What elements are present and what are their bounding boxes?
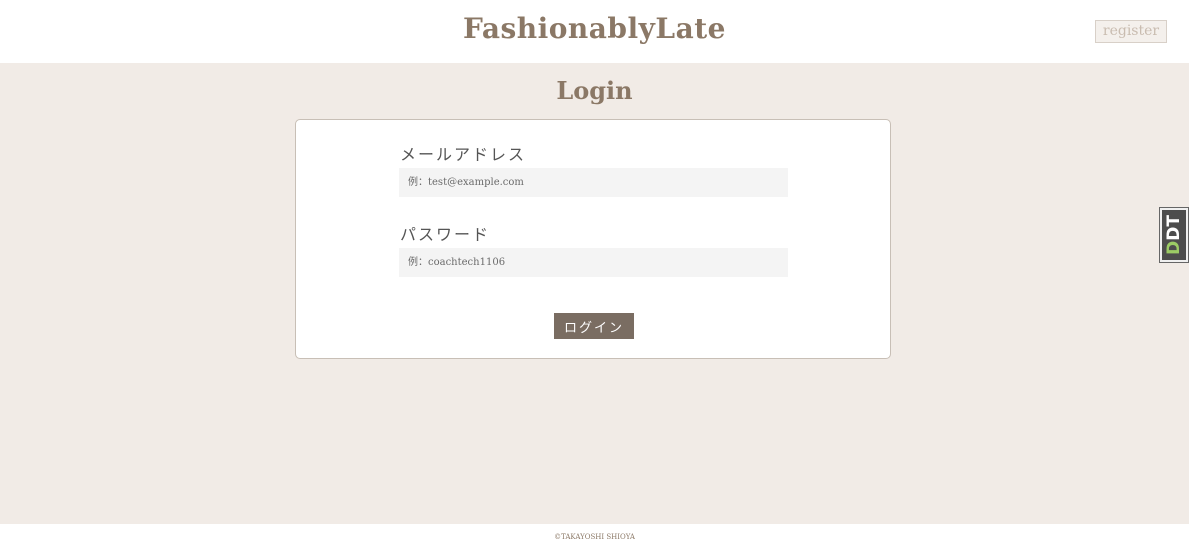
page-title: Login xyxy=(556,76,633,105)
email-field[interactable] xyxy=(399,168,788,197)
brand-title: FashionablyLate xyxy=(463,12,726,45)
register-button[interactable]: register xyxy=(1095,20,1167,43)
dt-badge-main: DT xyxy=(1164,215,1184,241)
login-button[interactable]: ログイン xyxy=(554,313,634,339)
dt-badge-inner: DDT xyxy=(1162,210,1186,260)
password-field[interactable] xyxy=(399,248,788,277)
copyright-text: ©TAKAYOSHI SHIOYA xyxy=(554,533,635,541)
dt-badge-label: DDT xyxy=(1164,215,1184,255)
main-content: Login メールアドレス パスワード ログイン xyxy=(0,63,1189,524)
password-label: パスワード xyxy=(400,225,491,244)
login-form: メールアドレス パスワード ログイン xyxy=(295,119,891,359)
header: FashionablyLate register xyxy=(0,0,1200,63)
scrollbar-track[interactable] xyxy=(1189,0,1200,543)
dt-badge-accent: D xyxy=(1164,240,1184,255)
footer: ©TAKAYOSHI SHIOYA xyxy=(0,524,1189,543)
email-label: メールアドレス xyxy=(400,145,527,164)
dt-badge-icon[interactable]: DDT xyxy=(1159,207,1189,263)
